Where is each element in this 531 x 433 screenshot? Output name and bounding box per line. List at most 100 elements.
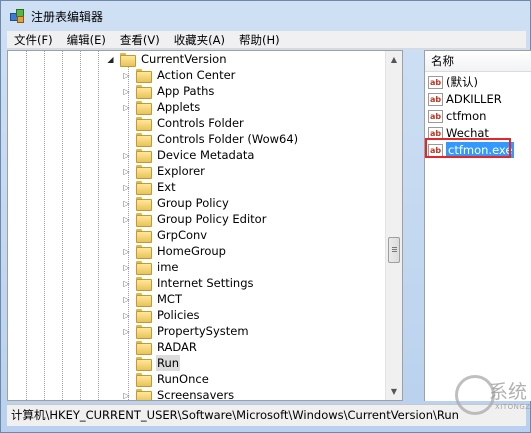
scroll-down-arrow-icon[interactable]: ▼ (386, 383, 402, 400)
title-bar: 注册表编辑器 (1, 1, 530, 31)
folder-icon (136, 85, 152, 99)
folder-icon (136, 229, 152, 243)
folder-icon (136, 309, 152, 323)
folder-icon (136, 389, 152, 400)
folder-open-icon (120, 53, 136, 67)
folder-icon (136, 197, 152, 211)
window-title: 注册表编辑器 (31, 9, 104, 24)
menu-edit[interactable]: 编辑(E) (60, 31, 113, 49)
tree-vertical-scrollbar[interactable]: ▲ ▼ (385, 51, 402, 400)
registry-value-row[interactable]: ab ADKILLER (428, 91, 502, 107)
tree-item[interactable]: ▷ HomeGroup (122, 243, 227, 259)
tree-guide-line (44, 51, 45, 400)
expand-arrow-icon[interactable]: ▷ (122, 307, 131, 323)
menu-bar: 文件(F) 编辑(E) 查看(V) 收藏夹(A) 帮助(H) (7, 31, 526, 49)
tree-item-label: Screensavers (157, 388, 235, 401)
tree-item-label: Device Metadata (157, 148, 255, 162)
tree-item[interactable]: ▷ Group Policy Editor (122, 211, 267, 227)
scroll-up-arrow-icon[interactable]: ▲ (386, 51, 402, 68)
folder-icon (136, 277, 152, 291)
folder-icon (136, 133, 152, 147)
tree-item-label: Explorer (157, 164, 205, 178)
folder-icon (136, 181, 152, 195)
tree-item-label: Group Policy (157, 196, 229, 210)
tree-item[interactable]: Controls Folder (122, 115, 245, 131)
tree-item[interactable]: GrpConv (122, 227, 208, 243)
expand-arrow-icon[interactable]: ▷ (122, 275, 131, 291)
tree-item-label: PropertySystem (157, 324, 249, 338)
tree-item-label: CurrentVersion (141, 52, 227, 66)
tree-item[interactable]: ▷ MCT (122, 291, 183, 307)
expand-arrow-icon[interactable]: ▷ (122, 163, 131, 179)
registry-value-name: ADKILLER (446, 92, 502, 106)
expand-arrow-icon[interactable]: ▷ (122, 67, 131, 83)
tree-item[interactable]: ▷ Applets (122, 99, 201, 115)
expand-arrow-icon[interactable]: ▷ (122, 83, 131, 99)
tree-item[interactable]: ▷ PropertySystem (122, 323, 250, 339)
regedit-app-icon (9, 8, 25, 24)
expand-arrow-icon[interactable]: ▷ (122, 387, 131, 400)
expand-arrow-icon[interactable]: ▷ (122, 179, 131, 195)
collapse-icon[interactable]: ◢ (106, 51, 115, 67)
tree-item-label: Ext (157, 180, 176, 194)
registry-tree[interactable]: ◢ CurrentVersion ▷ Action Center ▷ App Path… (7, 50, 403, 401)
registry-values-list[interactable]: 名称 ab (默认) ab ADKILLER ab ctfmon ab Wechat ab ctf… (424, 50, 531, 401)
menu-view[interactable]: 查看(V) (113, 31, 167, 49)
tree-item-label: Run (156, 355, 181, 371)
tree-item-label: Controls Folder (Wow64) (157, 132, 299, 146)
tree-item[interactable]: Controls Folder (Wow64) (122, 131, 299, 147)
string-value-icon: ab (428, 75, 443, 89)
tree-item[interactable]: ▷ Action Center (122, 67, 236, 83)
tree-guide-line (62, 51, 63, 400)
menu-file[interactable]: 文件(F) (7, 31, 60, 49)
folder-icon (136, 293, 152, 307)
expand-arrow-icon[interactable]: ▷ (122, 323, 131, 339)
expand-arrow-icon[interactable]: ▷ (122, 211, 131, 227)
menu-help[interactable]: 帮助(H) (232, 31, 287, 49)
expand-arrow-icon[interactable]: ▷ (122, 291, 131, 307)
tree-item[interactable]: ▷ Screensavers (122, 387, 235, 401)
tree-item[interactable]: ▷ Device Metadata (122, 147, 255, 163)
tree-item[interactable]: RunOnce (122, 371, 210, 387)
folder-icon (136, 213, 152, 227)
column-header-name[interactable]: 名称 (425, 51, 531, 72)
string-value-icon: ab (428, 92, 443, 106)
menu-favorites[interactable]: 收藏夹(A) (167, 31, 232, 49)
watermark-text: 系统 (489, 381, 528, 403)
tree-item[interactable]: RADAR (122, 339, 198, 355)
registry-value-name: ctfmon (446, 109, 487, 123)
folder-icon (136, 325, 152, 339)
folder-icon (136, 373, 152, 387)
scrollbar-thumb[interactable] (388, 237, 400, 263)
tree-item[interactable]: ▷ ime (122, 259, 179, 275)
tree-item-label: HomeGroup (157, 244, 226, 258)
tree-item[interactable]: ▷ Ext (122, 179, 177, 195)
expand-arrow-icon[interactable]: ▷ (122, 147, 131, 163)
tree-item[interactable]: ▷ Group Policy (122, 195, 230, 211)
folder-icon (136, 245, 152, 259)
registry-value-row[interactable]: ab (默认) (428, 74, 478, 90)
expand-arrow-icon[interactable]: ▷ (122, 99, 131, 115)
tree-item[interactable]: ▷ App Paths (122, 83, 215, 99)
tree-item[interactable]: ▷ Explorer (122, 163, 206, 179)
tree-item-label: Policies (157, 308, 200, 322)
tree-item-label: RADAR (157, 340, 197, 354)
tree-item[interactable]: ▷ Internet Settings (122, 275, 255, 291)
tree-item-currentversion[interactable]: ◢ CurrentVersion (106, 51, 227, 67)
expand-arrow-icon[interactable]: ▷ (122, 195, 131, 211)
tree-item[interactable]: ▷ Policies (122, 307, 201, 323)
site-watermark-logo: 系统 XITONGZHIJIA (449, 365, 531, 425)
tree-item-label: Internet Settings (157, 276, 254, 290)
folder-icon (136, 261, 152, 275)
registry-editor-window: 注册表编辑器 文件(F) 编辑(E) 查看(V) 收藏夹(A) 帮助(H) ◢ … (0, 0, 531, 433)
folder-icon (136, 69, 152, 83)
expand-arrow-icon[interactable]: ▷ (122, 259, 131, 275)
registry-value-row[interactable]: ab ctfmon (428, 108, 486, 124)
expand-arrow-icon[interactable]: ▷ (122, 243, 131, 259)
highlight-annotation-box (425, 138, 511, 158)
tree-item[interactable]: Run (122, 355, 181, 371)
